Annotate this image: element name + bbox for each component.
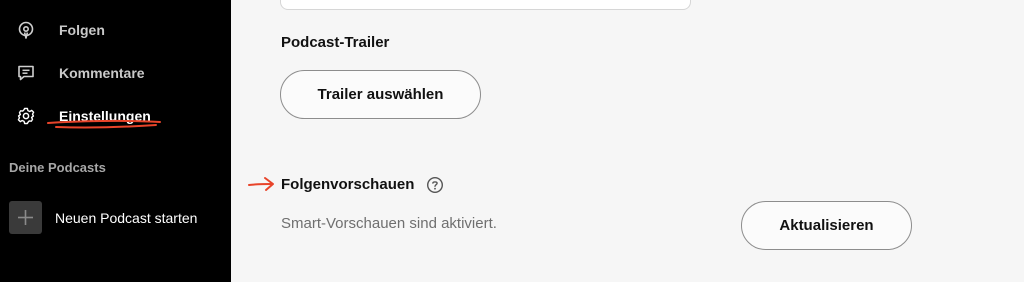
annotation-arrow-icon bbox=[248, 177, 274, 191]
update-button[interactable]: Aktualisieren bbox=[741, 201, 912, 250]
sidebar-item-label: Kommentare bbox=[59, 65, 145, 81]
episode-previews-heading: Folgenvorschauen bbox=[281, 176, 415, 193]
new-podcast-button[interactable]: Neuen Podcast starten bbox=[9, 201, 224, 235]
input-card bbox=[280, 0, 691, 10]
sidebar: Folgen Kommentare Einstellungen Deine Po… bbox=[0, 0, 231, 282]
podcast-trailer-heading: Podcast-Trailer bbox=[281, 34, 390, 51]
sidebar-item-kommentare[interactable]: Kommentare bbox=[0, 58, 231, 88]
main-content: Podcast-Trailer Trailer auswählen Folgen… bbox=[231, 0, 1024, 282]
plus-tile bbox=[9, 201, 42, 234]
annotation-underline bbox=[47, 119, 161, 129]
podcast-icon bbox=[18, 21, 34, 39]
plus-icon bbox=[18, 210, 33, 225]
sidebar-item-folgen[interactable]: Folgen bbox=[0, 15, 231, 45]
comment-icon bbox=[18, 65, 34, 81]
section-title-deine-podcasts: Deine Podcasts bbox=[9, 160, 106, 175]
sidebar-item-label: Folgen bbox=[59, 22, 105, 38]
gear-icon bbox=[17, 107, 35, 125]
select-trailer-button[interactable]: Trailer auswählen bbox=[280, 70, 481, 119]
previews-status-text: Smart-Vorschauen sind aktiviert. bbox=[281, 215, 497, 232]
help-circle-icon[interactable] bbox=[426, 176, 444, 194]
new-podcast-label: Neuen Podcast starten bbox=[55, 210, 198, 226]
